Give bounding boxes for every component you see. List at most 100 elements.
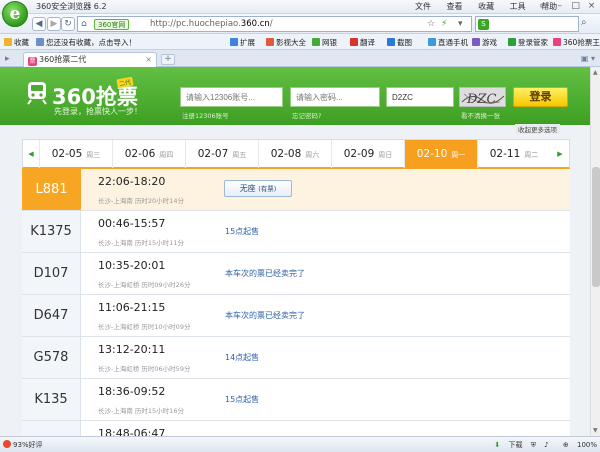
fav-bank[interactable]: 网银 xyxy=(312,37,337,48)
train-logo-icon xyxy=(27,82,47,105)
fav-screenshot[interactable]: 截图 xyxy=(387,37,412,48)
train-row[interactable]: 18:48-06:47 xyxy=(22,421,570,436)
menu-favorites[interactable]: 收藏 xyxy=(478,2,494,11)
train-row[interactable]: K1375 00:46-15:57 长沙-上海南 历时15小时11分 15点起售 xyxy=(22,211,570,253)
scissors-icon xyxy=(387,38,395,46)
password-input[interactable] xyxy=(290,87,380,107)
train-route: 长沙-上海虹桥 历时10小时09分 xyxy=(98,323,191,331)
ticket-tab-icon: 票 xyxy=(28,57,37,66)
date-tab-02-09[interactable]: 02-09 周日 xyxy=(331,140,404,168)
seat-button[interactable]: 无座 (有票) xyxy=(224,180,292,197)
shield-status-icon[interactable]: ⛨ xyxy=(531,441,536,449)
menu-tools[interactable]: 工具 xyxy=(510,2,526,11)
fav-login-manager[interactable]: 登录管家 xyxy=(508,37,548,48)
menu-view[interactable]: 查看 xyxy=(447,2,463,11)
ticket-status: 15点起售 xyxy=(225,227,260,236)
fav-phone[interactable]: 直通手机 xyxy=(428,37,468,48)
train-row[interactable]: K135 18:36-09:52 长沙-上海南 历时15小时16分 15点起售 xyxy=(22,379,570,421)
refresh-captcha-link[interactable]: 看不清换一张 xyxy=(461,110,500,120)
page-scrollbar[interactable]: ▲ ▼ xyxy=(590,67,600,436)
tab-bar: ▸ 票 360抢票二代 × + ▣ ▾ xyxy=(0,50,600,67)
close-icon[interactable]: × xyxy=(585,1,598,11)
star-icon[interactable]: ☆ xyxy=(427,19,435,29)
brand-slogan: 先登录，抢票快人一步！ xyxy=(54,107,142,116)
rating-indicator[interactable]: 93%好评 xyxy=(3,440,43,450)
tab-list-icon[interactable]: ▸ xyxy=(5,54,10,64)
train-row[interactable]: G578 13:12-20:11 长沙-上海虹桥 历时06小时59分 14点起售 xyxy=(22,337,570,379)
ticket-icon xyxy=(553,38,561,46)
tab-360-ticket[interactable]: 票 360抢票二代 × xyxy=(23,52,157,67)
extension-icon xyxy=(230,38,238,46)
train-time: 13:12-20:11 xyxy=(98,343,166,356)
home-icon[interactable]: ⌂ xyxy=(77,18,91,32)
ticket-status: 15点起售 xyxy=(225,395,260,404)
train-number: L881 xyxy=(22,169,81,210)
compact-mode-icon[interactable]: ▭ xyxy=(537,1,550,11)
date-tab-02-06[interactable]: 02-06 周四 xyxy=(112,140,185,168)
tab-close-icon[interactable]: × xyxy=(145,53,152,66)
captcha-input[interactable] xyxy=(386,87,454,107)
date-tab-02-07[interactable]: 02-07 周五 xyxy=(185,140,258,168)
date-tab-02-11[interactable]: 02-11 周二 xyxy=(477,140,550,168)
train-row[interactable]: L881 22:06-18:20 长沙-上海南 历时20小时14分 无座 (有票… xyxy=(22,169,570,211)
speaker-icon[interactable]: ♪ xyxy=(544,441,548,449)
tab-tools-icon[interactable]: ▣ ▾ xyxy=(581,54,595,63)
train-number: K135 xyxy=(22,379,81,420)
forgot-password-link[interactable]: 忘记密码? xyxy=(292,110,321,120)
search-engine-icon[interactable]: S xyxy=(478,19,489,30)
captcha-image[interactable]: DZC xyxy=(459,87,506,107)
fav-games[interactable]: 游戏 xyxy=(472,37,497,48)
train-time: 11:06-21:15 xyxy=(98,301,166,314)
date-tab-02-08[interactable]: 02-08 周六 xyxy=(258,140,331,168)
fav-extension[interactable]: 扩展 xyxy=(230,37,255,48)
shield-icon xyxy=(312,38,320,46)
date-prev-button[interactable]: ◀ xyxy=(23,140,39,168)
address-bar[interactable]: ⌂ 360官网 http://pc.huochepiao.360.cn/ ☆ ⚡… xyxy=(77,16,472,32)
collapse-options-link[interactable]: 收起更多选项 xyxy=(515,124,560,134)
captcha-graphic: DZC xyxy=(461,92,505,107)
login-button[interactable]: 登录 xyxy=(513,87,568,107)
fav-translate[interactable]: 翻译 xyxy=(350,37,375,48)
site-badge[interactable]: 360官网 xyxy=(94,19,130,30)
ticket-status: 本车次的票已经卖完了 xyxy=(225,311,305,320)
zoom-button[interactable]: ⊕ 100% xyxy=(557,441,597,449)
back-button[interactable]: ◀ xyxy=(32,17,46,31)
scroll-down-icon[interactable]: ▼ xyxy=(593,427,598,434)
register-link[interactable]: 注册12306账号 xyxy=(182,110,229,120)
menu-file[interactable]: 文件 xyxy=(415,2,431,11)
train-row[interactable]: D107 10:35-20:01 长沙-上海虹桥 历时09小时26分 本车次的票… xyxy=(22,253,570,295)
window-title-bar: e 360安全浏览器 6.2 文件 查看 收藏 工具 帮助 ▭ – □ × xyxy=(0,0,600,27)
train-route: 长沙-上海虹桥 历时06小时59分 xyxy=(98,365,191,373)
scrollbar-thumb[interactable] xyxy=(592,167,600,287)
date-next-button[interactable]: ▶ xyxy=(552,140,568,168)
train-number: D107 xyxy=(22,253,81,294)
date-tab-02-10[interactable]: 02-10 周一 xyxy=(404,140,477,168)
train-row[interactable]: D647 11:06-21:15 长沙-上海虹桥 历时10小时09分 本车次的票… xyxy=(22,295,570,337)
dropdown-icon[interactable]: ▾ xyxy=(458,19,463,29)
search-input[interactable]: S xyxy=(475,16,579,32)
address-url[interactable]: http://pc.huochepiao.360.cn/ xyxy=(150,19,273,29)
maximize-icon[interactable]: □ xyxy=(569,1,582,11)
favorites-button[interactable]: 收藏 xyxy=(4,37,29,48)
window-title: 360安全浏览器 6.2 xyxy=(36,2,107,11)
translate-icon xyxy=(350,38,358,46)
new-tab-button[interactable]: + xyxy=(161,54,175,65)
forward-button[interactable]: ▶ xyxy=(47,17,61,31)
date-tab-02-05[interactable]: 02-05 周三 xyxy=(39,140,112,168)
download-button[interactable]: ⬇ 下载 xyxy=(488,441,522,449)
ticket-status: 14点起售 xyxy=(225,353,260,362)
svg-text:DZC: DZC xyxy=(466,92,496,107)
fav-ticket-king[interactable]: 360抢票王 xyxy=(553,37,600,48)
train-time: 18:36-09:52 xyxy=(98,385,166,398)
username-input[interactable] xyxy=(180,87,283,107)
scroll-up-icon[interactable]: ▲ xyxy=(593,69,598,76)
refresh-button[interactable]: ↻ xyxy=(61,17,75,31)
ticket-status: 本车次的票已经卖完了 xyxy=(225,269,305,278)
train-time: 18:48-06:47 xyxy=(98,427,166,436)
train-time: 22:06-18:20 xyxy=(98,175,166,188)
fav-video[interactable]: 影视大全 xyxy=(266,37,306,48)
lightning-icon[interactable]: ⚡ xyxy=(441,19,447,29)
minimize-icon[interactable]: – xyxy=(553,1,566,11)
import-favorites-link[interactable]: 您还没有收藏，点击导入！ xyxy=(36,37,136,48)
search-icon[interactable]: ⌕ xyxy=(581,17,587,28)
